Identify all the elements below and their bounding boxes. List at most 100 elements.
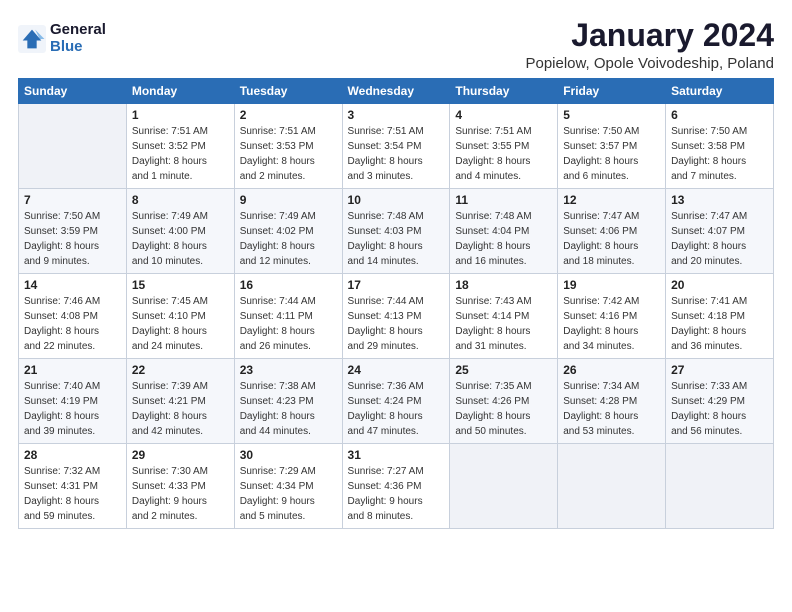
day-number: 3: [348, 108, 445, 122]
table-row: 11 Sunrise: 7:48 AM Sunset: 4:04 PM Dayli…: [450, 189, 558, 274]
table-row: 17Sunrise: 7:44 AM Sunset: 4:13 PM Dayli…: [342, 274, 450, 359]
day-info: Sunrise: 7:45 AM Sunset: 4:10 PM Dayligh…: [132, 294, 229, 354]
day-number: 13: [671, 193, 768, 207]
day-info: Sunrise: 7:35 AM Sunset: 4:26 PM Dayligh…: [455, 379, 552, 439]
table-row: 29 Sunrise: 7:30 AM Sunset: 4:33 PM Dayli…: [126, 444, 234, 529]
table-row: 9Sunrise: 7:49 AM Sunset: 4:02 PM Daylig…: [234, 189, 342, 274]
day-number: 18: [455, 278, 552, 292]
calendar-week-row: 14 Sunrise: 7:46 AM Sunset: 4:08 PM Dayli…: [19, 274, 774, 359]
table-row: 13Sunrise: 7:47 AM Sunset: 4:07 PM Dayli…: [666, 189, 774, 274]
day-info: Sunrise: 7:48 AM Sunset: 4:03 PM Dayligh…: [348, 209, 445, 269]
day-info: Sunrise: 7:40 AM Sunset: 4:19 PM Dayligh…: [24, 379, 121, 439]
col-thursday: Thursday: [450, 79, 558, 104]
day-info: Sunrise: 7:36 AM Sunset: 4:24 PM Dayligh…: [348, 379, 445, 439]
day-number: 10: [348, 193, 445, 207]
day-number: 16: [240, 278, 337, 292]
day-info: Sunrise: 7:51 AM Sunset: 3:55 PM Dayligh…: [455, 124, 552, 184]
day-info: Sunrise: 7:38 AM Sunset: 4:23 PM Dayligh…: [240, 379, 337, 439]
col-tuesday: Tuesday: [234, 79, 342, 104]
table-row: 3 Sunrise: 7:51 AM Sunset: 3:54 PM Daylig…: [342, 104, 450, 189]
day-info: Sunrise: 7:49 AM Sunset: 4:00 PM Dayligh…: [132, 209, 229, 269]
calendar-week-row: 21 Sunrise: 7:40 AM Sunset: 4:19 PM Dayli…: [19, 359, 774, 444]
logo-icon: [18, 25, 46, 53]
table-row: 2 Sunrise: 7:51 AM Sunset: 3:53 PM Daylig…: [234, 104, 342, 189]
day-number: 14: [24, 278, 121, 292]
table-row: 15 Sunrise: 7:45 AM Sunset: 4:10 PM Dayli…: [126, 274, 234, 359]
table-row: 23 Sunrise: 7:38 AM Sunset: 4:23 PM Dayli…: [234, 359, 342, 444]
table-row: 25Sunrise: 7:35 AM Sunset: 4:26 PM Dayli…: [450, 359, 558, 444]
table-row: 31Sunrise: 7:27 AM Sunset: 4:36 PM Dayli…: [342, 444, 450, 529]
day-info: Sunrise: 7:27 AM Sunset: 4:36 PM Dayligh…: [348, 464, 445, 524]
day-info: Sunrise: 7:32 AM Sunset: 4:31 PM Dayligh…: [24, 464, 121, 524]
table-row: 12Sunrise: 7:47 AM Sunset: 4:06 PM Dayli…: [558, 189, 666, 274]
table-row: [450, 444, 558, 529]
table-row: 16 Sunrise: 7:44 AM Sunset: 4:11 PM Dayli…: [234, 274, 342, 359]
day-number: 8: [132, 193, 229, 207]
day-number: 1: [132, 108, 229, 122]
col-sunday: Sunday: [19, 79, 127, 104]
table-row: 27Sunrise: 7:33 AM Sunset: 4:29 PM Dayli…: [666, 359, 774, 444]
day-info: Sunrise: 7:46 AM Sunset: 4:08 PM Dayligh…: [24, 294, 121, 354]
day-info: Sunrise: 7:48 AM Sunset: 4:04 PM Dayligh…: [455, 209, 552, 269]
day-number: 2: [240, 108, 337, 122]
day-number: 15: [132, 278, 229, 292]
day-number: 21: [24, 363, 121, 377]
table-row: 20 Sunrise: 7:41 AM Sunset: 4:18 PM Dayli…: [666, 274, 774, 359]
col-saturday: Saturday: [666, 79, 774, 104]
day-info: Sunrise: 7:42 AM Sunset: 4:16 PM Dayligh…: [563, 294, 660, 354]
table-row: 4 Sunrise: 7:51 AM Sunset: 3:55 PM Daylig…: [450, 104, 558, 189]
col-monday: Monday: [126, 79, 234, 104]
day-number: 19: [563, 278, 660, 292]
table-row: 21 Sunrise: 7:40 AM Sunset: 4:19 PM Dayli…: [19, 359, 127, 444]
day-number: 12: [563, 193, 660, 207]
day-info: Sunrise: 7:39 AM Sunset: 4:21 PM Dayligh…: [132, 379, 229, 439]
table-row: 19 Sunrise: 7:42 AM Sunset: 4:16 PM Dayli…: [558, 274, 666, 359]
calendar-week-row: 7Sunrise: 7:50 AM Sunset: 3:59 PM Daylig…: [19, 189, 774, 274]
day-number: 9: [240, 193, 337, 207]
day-info: Sunrise: 7:50 AM Sunset: 3:59 PM Dayligh…: [24, 209, 121, 269]
day-number: 4: [455, 108, 552, 122]
day-info: Sunrise: 7:51 AM Sunset: 3:53 PM Dayligh…: [240, 124, 337, 184]
table-row: 7Sunrise: 7:50 AM Sunset: 3:59 PM Daylig…: [19, 189, 127, 274]
day-number: 23: [240, 363, 337, 377]
day-info: Sunrise: 7:50 AM Sunset: 3:58 PM Dayligh…: [671, 124, 768, 184]
day-number: 29: [132, 448, 229, 462]
table-row: 28 Sunrise: 7:32 AM Sunset: 4:31 PM Dayli…: [19, 444, 127, 529]
day-number: 20: [671, 278, 768, 292]
day-number: 28: [24, 448, 121, 462]
location-subtitle: Popielow, Opole Voivodeship, Poland: [525, 55, 774, 72]
table-row: 6 Sunrise: 7:50 AM Sunset: 3:58 PM Daylig…: [666, 104, 774, 189]
table-row: 10 Sunrise: 7:48 AM Sunset: 4:03 PM Dayli…: [342, 189, 450, 274]
calendar-table: Sunday Monday Tuesday Wednesday Thursday…: [18, 78, 774, 529]
table-row: 30Sunrise: 7:29 AM Sunset: 4:34 PM Dayli…: [234, 444, 342, 529]
table-row: [666, 444, 774, 529]
header: General Blue January 2024 Popielow, Opol…: [18, 18, 774, 72]
table-row: 1 Sunrise: 7:51 AM Sunset: 3:52 PM Daylig…: [126, 104, 234, 189]
title-block: January 2024 Popielow, Opole Voivodeship…: [525, 18, 774, 72]
day-number: 26: [563, 363, 660, 377]
table-row: 5Sunrise: 7:50 AM Sunset: 3:57 PM Daylig…: [558, 104, 666, 189]
day-info: Sunrise: 7:34 AM Sunset: 4:28 PM Dayligh…: [563, 379, 660, 439]
day-info: Sunrise: 7:41 AM Sunset: 4:18 PM Dayligh…: [671, 294, 768, 354]
day-info: Sunrise: 7:43 AM Sunset: 4:14 PM Dayligh…: [455, 294, 552, 354]
day-info: Sunrise: 7:51 AM Sunset: 3:54 PM Dayligh…: [348, 124, 445, 184]
day-info: Sunrise: 7:51 AM Sunset: 3:52 PM Dayligh…: [132, 124, 229, 184]
day-info: Sunrise: 7:44 AM Sunset: 4:13 PM Dayligh…: [348, 294, 445, 354]
table-row: 26 Sunrise: 7:34 AM Sunset: 4:28 PM Dayli…: [558, 359, 666, 444]
table-row: 14 Sunrise: 7:46 AM Sunset: 4:08 PM Dayli…: [19, 274, 127, 359]
table-row: 24Sunrise: 7:36 AM Sunset: 4:24 PM Dayli…: [342, 359, 450, 444]
day-number: 11: [455, 193, 552, 207]
day-info: Sunrise: 7:30 AM Sunset: 4:33 PM Dayligh…: [132, 464, 229, 524]
day-number: 6: [671, 108, 768, 122]
col-friday: Friday: [558, 79, 666, 104]
day-info: Sunrise: 7:29 AM Sunset: 4:34 PM Dayligh…: [240, 464, 337, 524]
day-number: 27: [671, 363, 768, 377]
logo-general: General: [50, 22, 106, 39]
calendar-header-row: Sunday Monday Tuesday Wednesday Thursday…: [19, 79, 774, 104]
table-row: 22Sunrise: 7:39 AM Sunset: 4:21 PM Dayli…: [126, 359, 234, 444]
table-row: [558, 444, 666, 529]
day-number: 5: [563, 108, 660, 122]
day-info: Sunrise: 7:44 AM Sunset: 4:11 PM Dayligh…: [240, 294, 337, 354]
month-title: January 2024: [525, 18, 774, 53]
page: General Blue January 2024 Popielow, Opol…: [0, 0, 792, 612]
